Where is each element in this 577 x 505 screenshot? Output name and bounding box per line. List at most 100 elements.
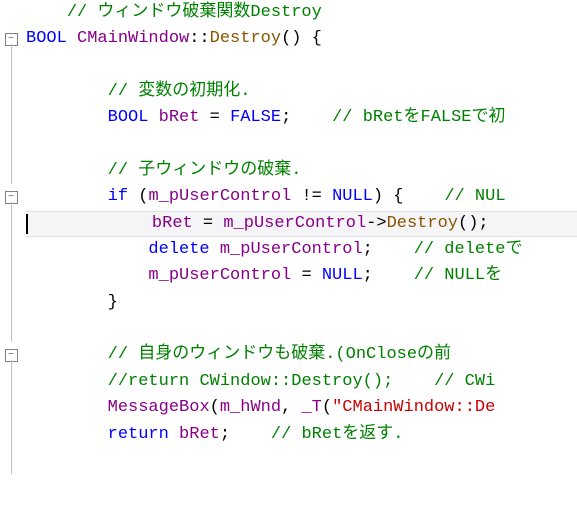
token-plain: :: xyxy=(189,26,209,52)
token-brown: Destroy xyxy=(210,26,281,52)
token-comment: // deleteで xyxy=(414,237,523,263)
token-ident: m_hWnd xyxy=(220,395,281,421)
token-type: BOOL xyxy=(26,26,77,52)
code-line[interactable] xyxy=(26,316,577,342)
token-plain: ( xyxy=(128,184,148,210)
indent xyxy=(26,342,108,368)
token-ident: m_pUserControl xyxy=(148,184,291,210)
token-ident: bRet xyxy=(159,105,200,131)
gutter-cell xyxy=(0,79,22,105)
token-plain: (); xyxy=(458,211,489,237)
indent xyxy=(26,395,108,421)
gutter-cell: − xyxy=(0,26,22,52)
token-ident: m_pUserControl xyxy=(148,263,291,289)
code-line[interactable]: delete m_pUserControl; // deleteで xyxy=(26,237,577,263)
token-brown: Destroy xyxy=(387,211,458,237)
gutter-cell: − xyxy=(0,342,22,368)
token-plain: } xyxy=(108,290,118,316)
code-line[interactable]: bRet = m_pUserControl->Destroy(); xyxy=(26,211,577,237)
token-comment: // NULLを xyxy=(414,263,502,289)
code-line[interactable]: // ウィンドウ破棄関数Destroy xyxy=(26,0,577,26)
token-comment: //return CWindow::Destroy(); // CWi xyxy=(108,369,496,395)
token-ident: m_pUserControl xyxy=(223,211,366,237)
token-plain: -> xyxy=(366,211,386,237)
token-comment: // NUL xyxy=(444,184,505,210)
token-keyword: delete xyxy=(148,237,219,263)
gutter-cell xyxy=(0,369,22,395)
token-ident: m_pUserControl xyxy=(220,237,363,263)
token-type: NULL xyxy=(322,263,363,289)
code-line[interactable]: m_pUserControl = NULL; // NULLを xyxy=(26,263,577,289)
token-comment: // ウィンドウ破棄関数Destroy xyxy=(67,0,322,26)
token-comment: // 変数の初期化. xyxy=(108,79,251,105)
gutter-cell xyxy=(0,105,22,131)
gutter-cell: − xyxy=(0,184,22,210)
token-plain: , xyxy=(281,395,301,421)
indent xyxy=(26,0,67,26)
token-comment: // 自身のウィンドウも破棄.(OnCloseの前 xyxy=(108,342,451,368)
gutter-cell xyxy=(0,448,22,474)
code-line[interactable] xyxy=(26,53,577,79)
token-ident: MessageBox xyxy=(108,395,210,421)
token-plain: ( xyxy=(322,395,332,421)
code-line[interactable] xyxy=(26,132,577,158)
text-caret xyxy=(26,214,28,234)
gutter-cell xyxy=(0,422,22,448)
fold-gutter: − − − xyxy=(0,0,22,505)
code-line[interactable] xyxy=(26,448,577,474)
token-plain: ; xyxy=(363,237,414,263)
token-plain: ; xyxy=(281,105,332,131)
code-line[interactable]: // 変数の初期化. xyxy=(26,79,577,105)
indent xyxy=(26,105,108,131)
token-keyword: if xyxy=(108,184,128,210)
token-plain: ) { xyxy=(373,184,444,210)
gutter-cell xyxy=(0,132,22,158)
code-line[interactable]: // 子ウィンドウの破棄. xyxy=(26,158,577,184)
token-comment: // bRetを返す. xyxy=(271,422,404,448)
indent xyxy=(26,237,148,263)
gutter-cell xyxy=(0,395,22,421)
token-comment: // 子ウィンドウの破棄. xyxy=(108,158,302,184)
indent xyxy=(26,369,108,395)
token-ident: CMainWindow xyxy=(77,26,189,52)
token-plain: () { xyxy=(281,26,322,52)
indent xyxy=(26,422,108,448)
indent xyxy=(26,79,108,105)
gutter-cell xyxy=(0,211,22,237)
code-line[interactable]: return bRet; // bRetを返す. xyxy=(26,422,577,448)
token-plain: = xyxy=(291,263,322,289)
gutter-cell xyxy=(0,0,22,26)
code-line[interactable]: //return CWindow::Destroy(); // CWi xyxy=(26,369,577,395)
token-string: "CMainWindow::De xyxy=(332,395,495,421)
token-plain: = xyxy=(199,105,230,131)
gutter-cell xyxy=(0,316,22,342)
token-plain: ; xyxy=(220,422,271,448)
token-plain: != xyxy=(291,184,332,210)
indent xyxy=(26,263,148,289)
token-comment: // bRetをFALSEで初 xyxy=(332,105,505,131)
code-editor[interactable]: −−− // ウィンドウ破棄関数DestroyBOOL CMainWindow:… xyxy=(0,0,577,505)
token-keyword: return xyxy=(108,422,179,448)
code-line[interactable]: // 自身のウィンドウも破棄.(OnCloseの前 xyxy=(26,342,577,368)
gutter-cell xyxy=(0,237,22,263)
token-type: FALSE xyxy=(230,105,281,131)
gutter-cell xyxy=(0,53,22,79)
token-type: NULL xyxy=(332,184,373,210)
token-plain: ; xyxy=(363,263,414,289)
code-line[interactable]: if (m_pUserControl != NULL) { // NUL xyxy=(26,184,577,210)
token-ident: bRet xyxy=(179,422,220,448)
code-line[interactable]: BOOL CMainWindow::Destroy() { xyxy=(26,26,577,52)
indent xyxy=(30,211,152,237)
code-line[interactable]: } xyxy=(26,290,577,316)
indent xyxy=(26,158,108,184)
gutter-cell xyxy=(0,158,22,184)
token-ident: bRet xyxy=(152,211,193,237)
token-ident: _T xyxy=(301,395,321,421)
token-type: BOOL xyxy=(108,105,159,131)
indent xyxy=(26,184,108,210)
token-plain: = xyxy=(193,211,224,237)
code-line[interactable]: BOOL bRet = FALSE; // bRetをFALSEで初 xyxy=(26,105,577,131)
indent xyxy=(26,290,108,316)
code-content[interactable]: // ウィンドウ破棄関数DestroyBOOL CMainWindow::Des… xyxy=(22,0,577,505)
code-line[interactable]: MessageBox(m_hWnd, _T("CMainWindow::De xyxy=(26,395,577,421)
